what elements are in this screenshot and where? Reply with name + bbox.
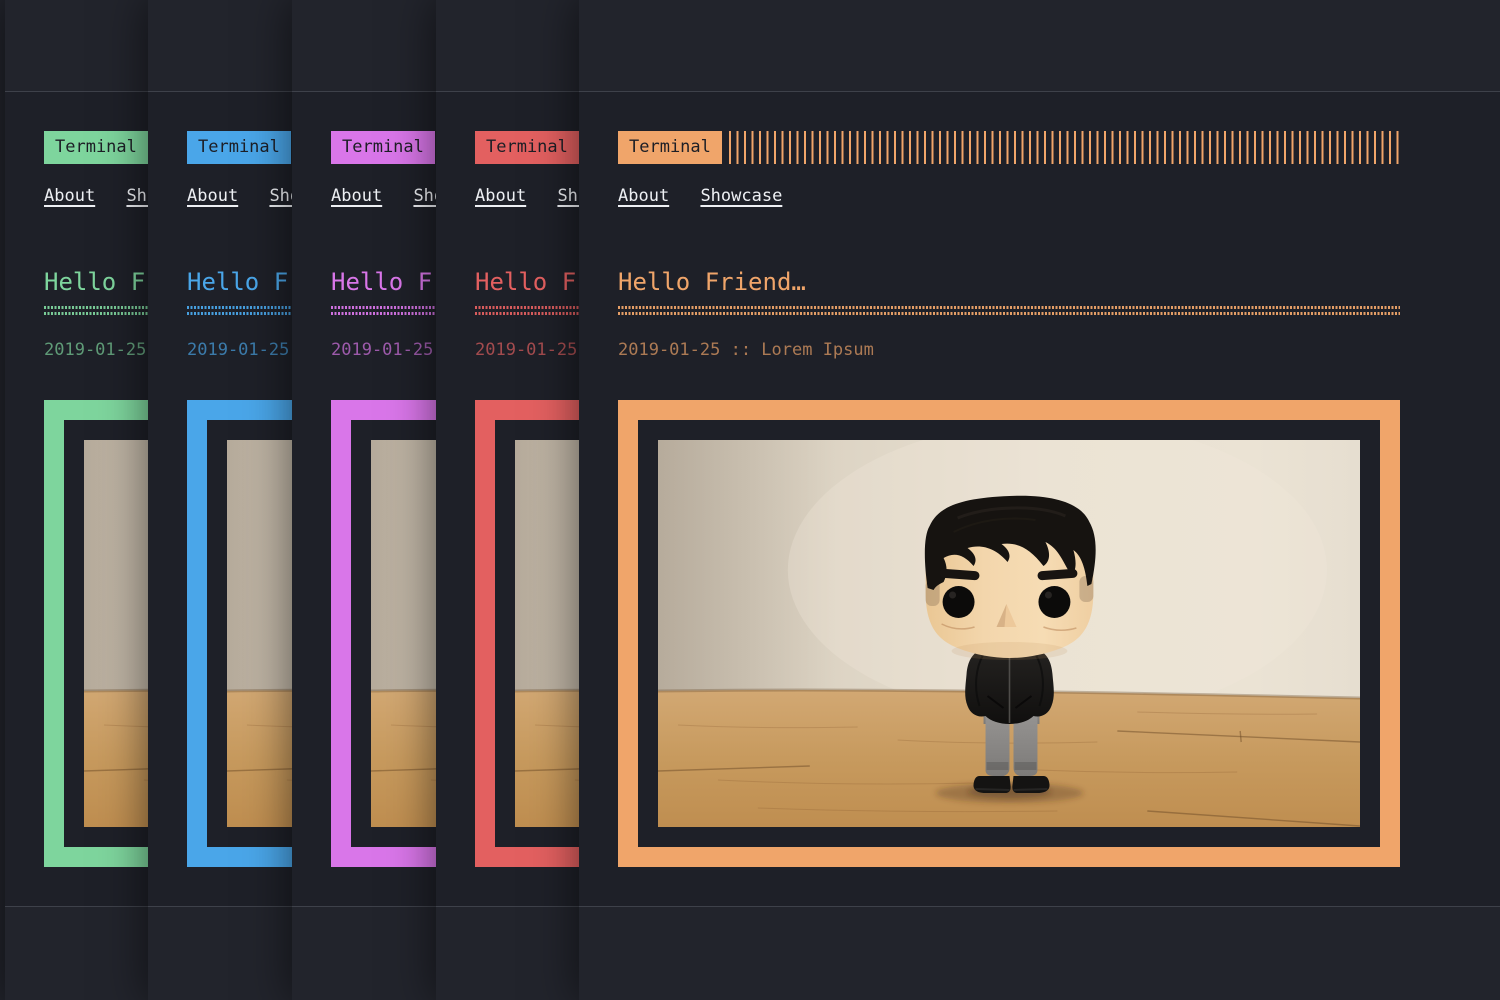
site-logo-badge[interactable]: Terminal bbox=[475, 131, 579, 164]
header-bars-decoration bbox=[729, 131, 1400, 164]
nav-link-about[interactable]: About bbox=[44, 186, 95, 206]
post-meta: 2019-01-25 :: Lorem Ipsum bbox=[618, 340, 874, 360]
site-header: Terminal bbox=[618, 131, 1400, 164]
main-nav: About Showcase bbox=[618, 186, 803, 206]
post-title-separator bbox=[618, 306, 1400, 315]
nav-link-about[interactable]: About bbox=[475, 186, 526, 206]
nav-link-showcase[interactable]: Showcase bbox=[700, 186, 782, 206]
window-top-band bbox=[579, 0, 1500, 92]
funko-pop-photo bbox=[658, 440, 1360, 827]
site-logo-badge[interactable]: Terminal bbox=[44, 131, 148, 164]
post-title[interactable]: Hello Friend… bbox=[618, 270, 806, 294]
site-logo-badge[interactable]: Terminal bbox=[618, 131, 722, 164]
window-content: Terminal About Showcase Hello Friend… 20… bbox=[618, 92, 1400, 906]
window-bottom-band bbox=[579, 906, 1500, 1000]
nav-link-about[interactable]: About bbox=[618, 186, 669, 206]
nav-link-about[interactable]: About bbox=[331, 186, 382, 206]
site-window-orange: Terminal About Showcase Hello Friend… 20… bbox=[579, 0, 1500, 1000]
site-logo-badge[interactable]: Terminal bbox=[187, 131, 291, 164]
site-logo-badge[interactable]: Terminal bbox=[331, 131, 435, 164]
nav-link-about[interactable]: About bbox=[187, 186, 238, 206]
framed-photo bbox=[618, 400, 1400, 867]
